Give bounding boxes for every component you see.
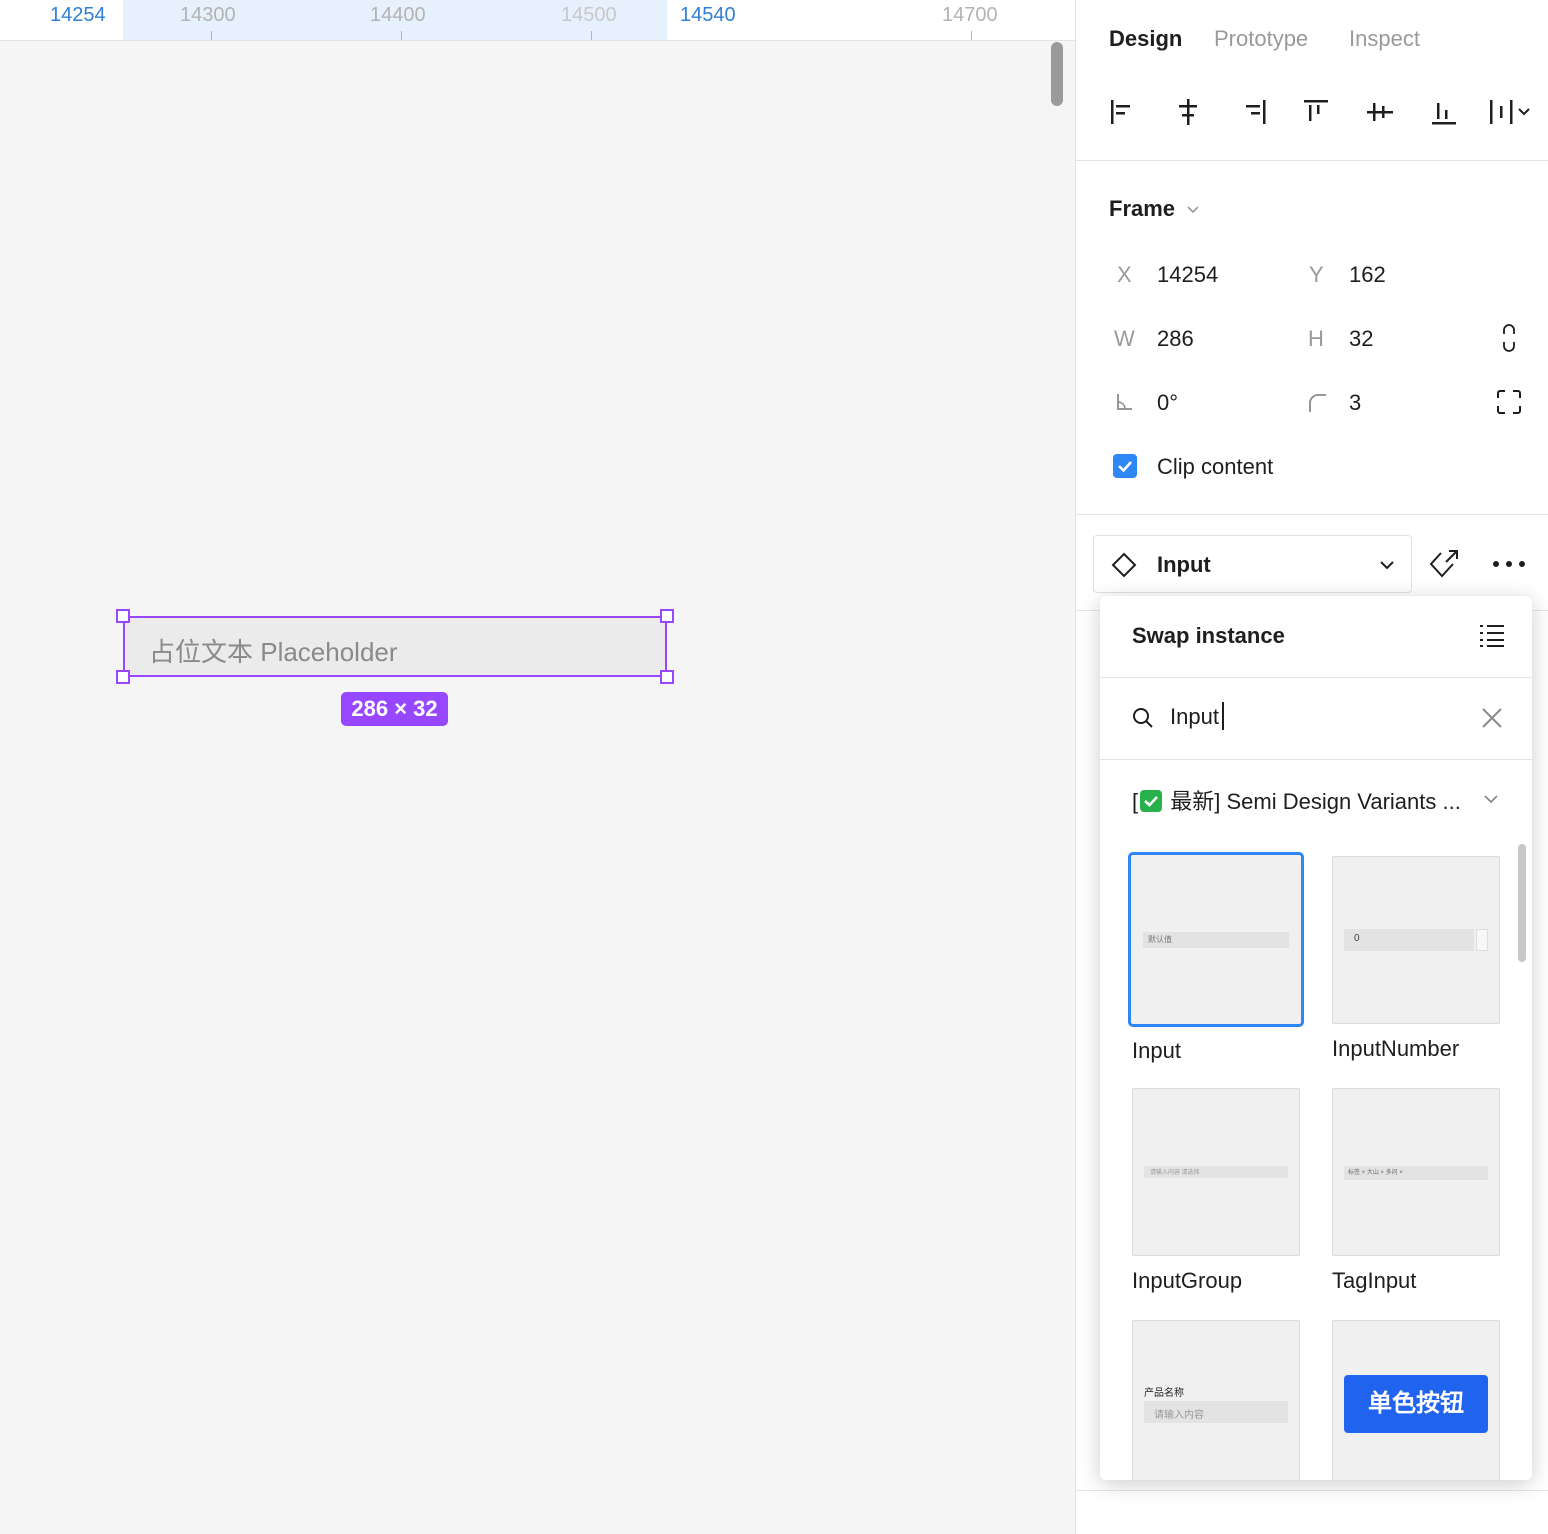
chevron-down-icon[interactable] — [1483, 792, 1499, 806]
horizontal-ruler: 14254 14300 14400 14500 14540 14700 — [0, 0, 1075, 41]
ruler-label: 14500 — [561, 4, 617, 26]
ruler-label-start: 14254 — [50, 4, 106, 26]
check-mark-icon — [1140, 790, 1163, 812]
independent-corners-icon[interactable] — [1496, 389, 1522, 415]
rotation-input[interactable]: 0° — [1157, 390, 1178, 416]
tab-design[interactable]: Design — [1109, 26, 1182, 52]
h-input[interactable]: 32 — [1349, 326, 1373, 352]
swap-instance-popover: Swap instance Input [ 最新] Semi Design Va… — [1100, 596, 1532, 1480]
component-name: InputGroup — [1132, 1268, 1243, 1293]
component-name: InputNumber — [1332, 1036, 1460, 1061]
divider — [1076, 1490, 1548, 1491]
preview-input: 默认值 — [1143, 932, 1289, 948]
close-icon[interactable] — [1480, 706, 1504, 730]
preview-taginput: 标签 × 大山 × 多问 × — [1344, 1166, 1488, 1180]
align-vertical-center-icon[interactable] — [1362, 94, 1398, 130]
h-label: H — [1308, 326, 1324, 351]
align-horizontal-center-icon[interactable] — [1170, 94, 1206, 130]
align-left-icon[interactable] — [1105, 94, 1141, 130]
component-thumbnail: 默认值 — [1128, 852, 1304, 1027]
component-thumbnail: 请输入内容 请选择 — [1132, 1088, 1300, 1256]
ruler-label-end: 14540 — [680, 4, 736, 26]
ruler-label: 14400 — [370, 4, 426, 26]
text-caret — [1222, 702, 1224, 730]
divider — [1100, 677, 1532, 678]
divider — [1076, 514, 1548, 515]
tab-inspect[interactable]: Inspect — [1349, 26, 1420, 52]
component-thumbnail: 单色按钮 — [1332, 1320, 1500, 1480]
align-right-icon[interactable] — [1235, 94, 1271, 130]
go-to-main-component-icon[interactable] — [1428, 548, 1462, 582]
chevron-down-icon[interactable] — [1186, 202, 1200, 216]
y-input[interactable]: 162 — [1349, 262, 1386, 288]
input-placeholder-text: 占位文本 Placeholder — [149, 637, 398, 667]
component-name: Input — [1132, 1038, 1181, 1063]
swap-search-input[interactable]: Input — [1170, 704, 1219, 730]
resize-handle-bottom-left[interactable] — [116, 670, 130, 684]
instance-name: Input — [1157, 552, 1211, 577]
divider — [1100, 759, 1532, 760]
stepper-icon — [1476, 929, 1488, 951]
resize-handle-bottom-right[interactable] — [660, 670, 674, 684]
component-thumbnail: 标签 × 大山 × 多问 × — [1332, 1088, 1500, 1256]
corner-radius-icon — [1309, 394, 1326, 412]
ruler-tick — [591, 31, 592, 40]
component-thumbnail: 产品名称 请输入内容 — [1132, 1320, 1300, 1480]
preview-label: 产品名称 — [1144, 1388, 1184, 1399]
size-badge: 286 × 32 — [341, 692, 448, 726]
component-name: TagInput — [1332, 1268, 1417, 1293]
corner-radius-input[interactable]: 3 — [1349, 390, 1361, 416]
ruler-tick — [971, 31, 972, 40]
constrain-proportions-icon[interactable] — [1498, 322, 1520, 354]
frame-section-title[interactable]: Frame — [1109, 196, 1175, 222]
align-top-icon[interactable] — [1298, 94, 1334, 130]
canvas-scrollbar[interactable] — [1051, 42, 1063, 106]
library-select[interactable]: [ 最新] Semi Design Variants ... — [1132, 784, 1461, 816]
clip-content-checkbox[interactable] — [1113, 454, 1137, 478]
w-input[interactable]: 286 — [1157, 326, 1194, 352]
ruler-label: 14700 — [942, 4, 998, 26]
more-options-icon[interactable] — [1491, 556, 1527, 572]
preview-button: 单色按钮 — [1344, 1375, 1488, 1433]
list-view-icon[interactable] — [1478, 622, 1506, 648]
rotation-icon — [1117, 394, 1132, 410]
ruler-tick — [211, 31, 212, 40]
x-input[interactable]: 14254 — [1157, 262, 1218, 288]
preview-inputgroup: 请输入内容 请选择 — [1144, 1166, 1288, 1178]
preview-input: 请输入内容 — [1144, 1401, 1288, 1423]
x-label: X — [1117, 262, 1132, 287]
swap-instance-title: Swap instance — [1132, 623, 1285, 648]
instance-select[interactable]: Input — [1093, 535, 1412, 593]
y-label: Y — [1309, 262, 1324, 287]
popover-scrollbar[interactable] — [1518, 844, 1526, 962]
clip-content-label: Clip content — [1157, 454, 1274, 479]
distribute-dropdown-icon[interactable] — [1486, 94, 1534, 130]
resize-handle-top-right[interactable] — [660, 609, 674, 623]
w-label: W — [1114, 326, 1135, 351]
divider — [1076, 160, 1548, 161]
selected-input-frame[interactable]: 占位文本 Placeholder — [123, 616, 667, 677]
ruler-label: 14300 — [180, 4, 236, 26]
tab-prototype[interactable]: Prototype — [1214, 26, 1308, 52]
resize-handle-top-left[interactable] — [116, 609, 130, 623]
search-icon — [1133, 708, 1153, 728]
component-thumbnail: 0 — [1332, 856, 1500, 1024]
library-name: 最新] Semi Design Variants ... — [1170, 789, 1461, 814]
preview-inputnumber: 0 — [1344, 929, 1474, 951]
chevron-down-icon — [1380, 561, 1394, 570]
design-canvas[interactable]: 14254 14300 14400 14500 14540 14700 占位文本… — [0, 0, 1075, 1534]
component-instance-icon — [1111, 552, 1137, 578]
ruler-tick — [401, 31, 402, 40]
align-bottom-icon[interactable] — [1426, 94, 1462, 130]
